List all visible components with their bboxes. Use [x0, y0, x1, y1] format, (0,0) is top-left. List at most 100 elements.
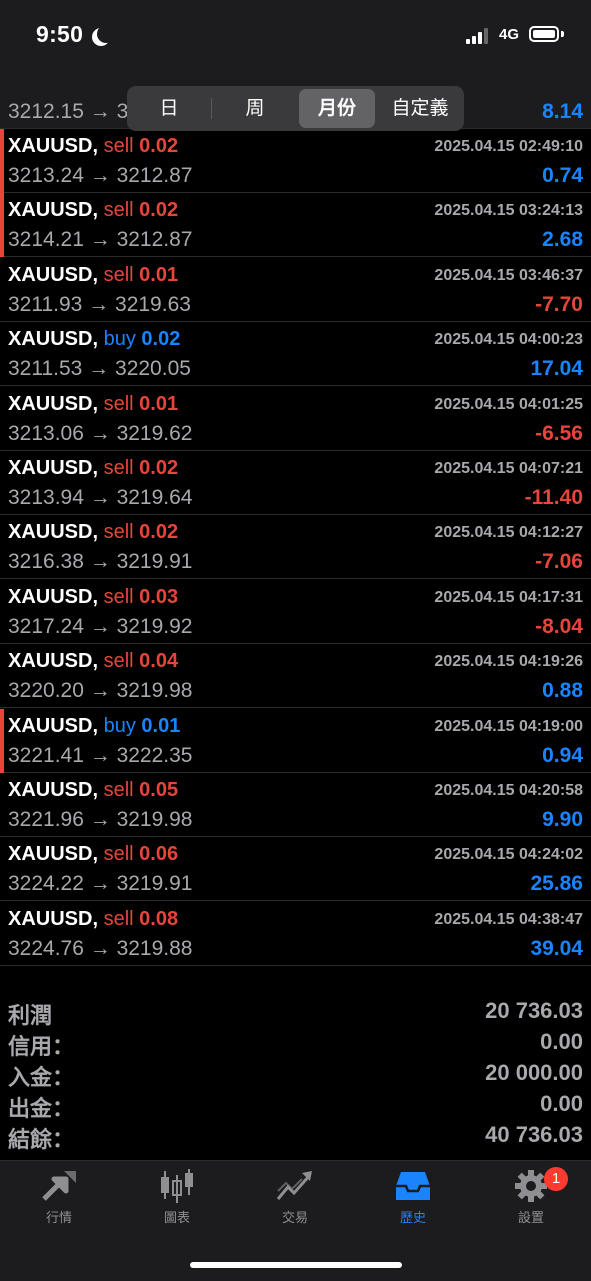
trade-row[interactable]: XAUUSD, sell 0.02 2025.04.15 04:07:21 3213… [0, 451, 591, 515]
trade-volume: 0.01 [141, 714, 181, 737]
tab-history[interactable]: 歷史 [354, 1169, 472, 1239]
trade-prices: 3213.24 → 3212.87 [8, 164, 193, 187]
tab-month[interactable]: 月份 [299, 89, 375, 128]
trend-icon [276, 1171, 312, 1200]
trade-volume: 0.06 [139, 843, 179, 866]
trade-title: XAUUSD, sell 0.03 [8, 586, 178, 609]
trade-pnl: -7.70 [535, 292, 583, 316]
summary-value: 20 736.03 [485, 998, 583, 1023]
summary-label: 入金： [8, 1065, 75, 1090]
trade-symbol: XAUUSD, [8, 457, 99, 479]
trade-volume: 0.01 [139, 263, 179, 286]
trade-title: XAUUSD, sell 0.08 [8, 908, 178, 931]
trade-prices: 3221.96 → 3219.98 [8, 808, 193, 831]
tab-label: 設置 [517, 1210, 544, 1225]
trade-volume: 0.02 [139, 135, 179, 157]
trade-type: sell [103, 585, 134, 608]
tab-trade[interactable]: 交易 [236, 1169, 354, 1239]
tab-week[interactable]: 周 [215, 89, 295, 128]
trade-title: XAUUSD, buy 0.02 [8, 328, 180, 351]
trade-datetime: 2025.04.15 02:49:10 [434, 138, 583, 155]
trade-symbol: XAUUSD, [8, 328, 99, 351]
trade-type: sell [103, 392, 134, 415]
trade-type: sell [103, 135, 134, 157]
tab-label: 圖表 [163, 1210, 190, 1225]
trade-datetime: 2025.04.15 04:38:47 [434, 910, 583, 928]
trade-type: buy [103, 714, 136, 737]
trade-symbol: XAUUSD, [8, 843, 99, 866]
trade-datetime: 2025.04.15 04:20:58 [434, 782, 583, 799]
trade-volume: 0.08 [139, 907, 179, 930]
tab-day[interactable]: 日 [131, 89, 207, 128]
tab-custom[interactable]: 自定義 [379, 89, 461, 128]
status-bar: 9:50 4G [0, 0, 591, 74]
trade-row[interactable]: XAUUSD, sell 0.04 2025.04.15 04:19:26 3220… [0, 644, 591, 709]
trade-symbol: XAUUSD, [8, 135, 99, 157]
summary-row-credit: 信用： 0.00 [0, 1029, 591, 1060]
trade-datetime: 2025.04.15 03:46:37 [434, 266, 583, 284]
home-indicator[interactable] [190, 1262, 402, 1268]
trade-pnl: 25.86 [530, 872, 583, 896]
trade-row[interactable]: XAUUSD, sell 0.06 2025.04.15 04:24:02 3224… [0, 837, 591, 902]
trade-title: XAUUSD, sell 0.05 [8, 779, 178, 802]
trade-datetime: 2025.04.15 04:01:25 [434, 395, 583, 413]
summary-value: 40 736.03 [485, 1122, 583, 1147]
tab-settings[interactable]: 1 設置 [472, 1167, 590, 1239]
trade-title: XAUUSD, sell 0.02 [8, 457, 178, 480]
summary-row-balance: 結餘： 40 736.03 [0, 1122, 591, 1153]
summary-label: 信用： [8, 1034, 75, 1059]
trade-datetime: 2025.04.15 04:17:31 [434, 588, 583, 606]
trade-row[interactable]: XAUUSD, sell 0.03 2025.04.15 04:17:31 3217… [0, 580, 591, 644]
trade-row[interactable]: XAUUSD, sell 0.05 2025.04.15 04:20:58 3221… [0, 773, 591, 837]
trade-type: sell [103, 779, 134, 801]
trade-type: buy [103, 328, 136, 351]
trade-volume: 0.02 [139, 521, 179, 544]
notification-badge: 1 [544, 1167, 568, 1191]
trade-type: sell [103, 521, 134, 544]
trade-pnl: 39.04 [530, 936, 583, 960]
trade-volume: 0.04 [139, 650, 179, 673]
battery-cap [561, 31, 564, 37]
trade-prices: 3211.53 → 3220.05 [8, 357, 191, 381]
trade-row[interactable]: XAUUSD, sell 0.02 2025.04.15 04:12:27 3216… [0, 515, 591, 580]
segment-divider [211, 98, 212, 119]
tab-label: 歷史 [399, 1210, 426, 1225]
trade-datetime: 2025.04.15 04:07:21 [434, 460, 583, 477]
status-time: 9:50 [36, 21, 84, 47]
summary-row-deposit: 入金： 20 000.00 [0, 1060, 591, 1091]
trade-prices: 3217.24 → 3219.92 [8, 614, 193, 638]
trade-row[interactable]: XAUUSD, sell 0.02 2025.04.15 02:49:10 3213… [0, 129, 591, 193]
trade-row[interactable]: XAUUSD, buy 0.01 2025.04.15 04:19:00 3221.… [0, 708, 591, 773]
trade-symbol: XAUUSD, [8, 392, 99, 415]
trade-title: XAUUSD, sell 0.06 [8, 843, 178, 866]
trade-pnl: -6.56 [535, 421, 583, 445]
trade-prices: 3224.76 → 3219.88 [8, 936, 193, 960]
network-label: 4G [499, 26, 520, 43]
tab-charts[interactable]: 圖表 [118, 1169, 236, 1239]
trade-pnl: 8.14 [542, 100, 583, 123]
trade-row[interactable]: XAUUSD, sell 0.02 2025.04.15 03:24:13 3214… [0, 193, 591, 258]
trade-pnl: 0.94 [542, 743, 583, 767]
summary-row-withdrawal: 出金： 0.00 [0, 1091, 591, 1122]
summary-value: 20 000.00 [485, 1060, 583, 1085]
trade-datetime: 2025.04.15 04:19:26 [434, 653, 583, 671]
trade-symbol: XAUUSD, [8, 521, 99, 544]
trade-type: sell [103, 907, 134, 930]
trade-datetime: 2025.04.15 03:24:13 [434, 202, 583, 220]
period-segmented-control[interactable]: 日 周 月份 自定義 [127, 86, 464, 131]
tab-quotes[interactable]: 行情 [0, 1169, 118, 1239]
trade-symbol: XAUUSD, [8, 650, 99, 673]
trade-pnl: 17.04 [530, 357, 583, 381]
trade-row[interactable]: XAUUSD, sell 0.08 2025.04.15 04:38:47 3224… [0, 902, 591, 966]
trade-title: XAUUSD, sell 0.02 [8, 521, 178, 544]
trade-pnl: -7.06 [535, 550, 583, 574]
summary-label: 結餘： [8, 1127, 75, 1152]
trade-row[interactable]: XAUUSD, sell 0.01 2025.04.15 04:01:25 3213… [0, 387, 591, 451]
trade-volume: 0.02 [141, 328, 181, 351]
trade-row[interactable]: XAUUSD, buy 0.02 2025.04.15 04:00:23 3211.… [0, 322, 591, 387]
trade-prices: 3221.41 → 3222.35 [8, 743, 193, 767]
trade-title: XAUUSD, sell 0.02 [8, 199, 178, 222]
trade-row[interactable]: XAUUSD, sell 0.01 2025.04.15 03:46:37 3211… [0, 258, 591, 322]
trade-prices: 3220.20 → 3219.98 [8, 679, 193, 703]
trade-prices: 3213.94 → 3219.64 [8, 486, 193, 509]
